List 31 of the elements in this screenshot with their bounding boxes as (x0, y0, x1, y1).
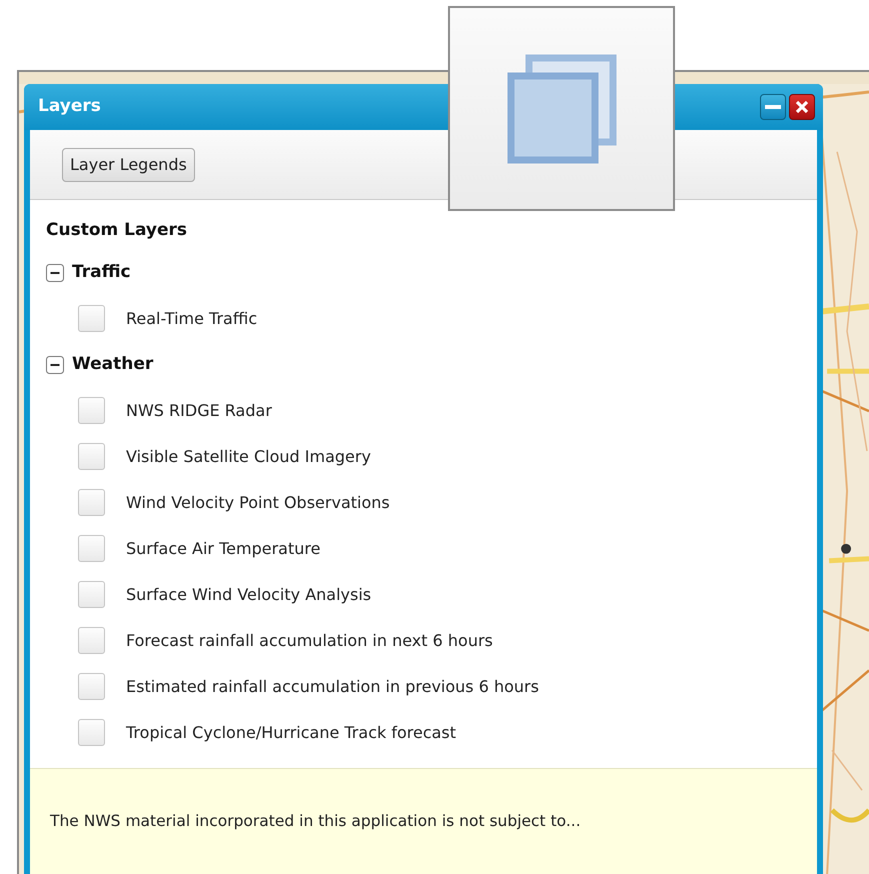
windows-icon (506, 54, 616, 164)
layer-label: Forecast rainfall accumulation in next 6 hours (126, 630, 493, 652)
close-icon (795, 100, 809, 114)
panel-title: Layers (38, 95, 101, 118)
layer-label: Visible Satellite Cloud Imagery (126, 446, 371, 468)
close-button[interactable] (789, 94, 815, 120)
checkbox[interactable] (78, 627, 105, 654)
collapse-icon[interactable] (46, 264, 64, 282)
checkbox[interactable] (78, 673, 105, 700)
checkbox[interactable] (78, 397, 105, 424)
checkbox[interactable] (78, 305, 105, 332)
section-heading: Custom Layers (46, 219, 188, 242)
minimize-icon (765, 104, 781, 110)
checkbox[interactable] (78, 443, 105, 470)
group-label: Weather (72, 352, 154, 376)
checkbox[interactable] (78, 535, 105, 562)
layer-label: NWS RIDGE Radar (126, 400, 272, 422)
layer-label: Surface Air Temperature (126, 538, 320, 560)
layer-label: Real-Time Traffic (126, 308, 258, 330)
checkbox[interactable] (78, 719, 105, 746)
minimize-button[interactable] (760, 94, 786, 120)
collapse-icon[interactable] (46, 356, 64, 374)
layer-legends-button[interactable]: Layer Legends (62, 148, 195, 182)
group-label: Traffic (72, 260, 131, 284)
notice-text: The NWS material incorporated in this application is not subject to... (50, 810, 581, 832)
layer-label: Surface Wind Velocity Analysis (126, 584, 372, 606)
layer-label: Tropical Cyclone/Hurricane Track forecast (126, 722, 456, 744)
layer-label: Wind Velocity Point Observations (126, 492, 390, 514)
checkbox[interactable] (78, 581, 105, 608)
checkbox[interactable] (78, 489, 105, 516)
layer-label: Estimated rainfall accumulation in previous 6 hours (126, 676, 539, 698)
